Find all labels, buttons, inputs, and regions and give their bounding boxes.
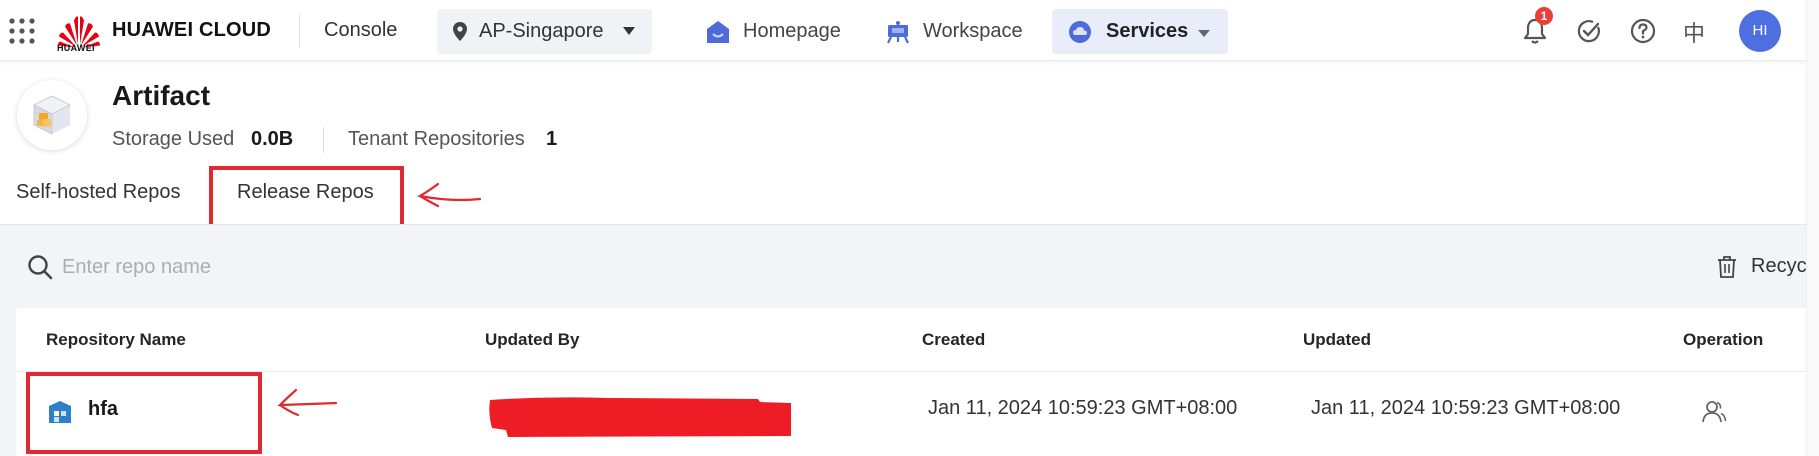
- chevron-down-icon: [623, 27, 635, 35]
- region-label: AP-Singapore: [479, 20, 604, 42]
- vertical-scrollbar[interactable]: [1806, 0, 1819, 456]
- tab-self-hosted-repos[interactable]: Self-hosted Repos: [16, 181, 181, 204]
- nav-homepage[interactable]: Homepage: [706, 9, 856, 54]
- workspace-icon: [887, 21, 909, 44]
- grid-menu-icon[interactable]: [8, 17, 36, 45]
- storage-used-value: 0.0B: [251, 128, 294, 150]
- logo-subtext: HUAWEI: [57, 43, 95, 53]
- check-circle-icon[interactable]: [1575, 17, 1603, 45]
- divider: [323, 127, 324, 153]
- annotation-arrow: [277, 388, 338, 417]
- recycle-bin-label: Recyc: [1751, 255, 1806, 277]
- top-navigation-bar: HUAWEI HUAWEI CLOUD Console AP-Singapore…: [0, 0, 1819, 61]
- artifact-box-icon: [32, 95, 72, 135]
- column-header-repository-name: Repository Name: [46, 330, 186, 349]
- column-header-updated: Updated: [1303, 330, 1371, 349]
- repo-table: [16, 308, 1806, 456]
- location-pin-icon: [453, 22, 467, 41]
- console-link[interactable]: Console: [324, 19, 397, 42]
- language-switch[interactable]: 中: [1683, 16, 1705, 48]
- annotation-arrow: [416, 182, 482, 208]
- notification-badge: 1: [1535, 7, 1553, 25]
- column-header-operation: Operation: [1683, 330, 1764, 349]
- divider: [299, 14, 300, 48]
- storage-used-label: Storage Used: [112, 128, 235, 150]
- annotation-box-release-tab: [209, 166, 404, 228]
- services-cloud-icon: [1069, 21, 1091, 43]
- search-icon: [28, 255, 53, 280]
- column-header-updated-by: Updated By: [485, 330, 580, 349]
- recycle-bin-button[interactable]: Recyc: [1716, 252, 1806, 282]
- nav-workspace-label: Workspace: [923, 20, 1023, 42]
- annotation-box-repo: [26, 372, 262, 454]
- page-title: Artifact: [112, 80, 211, 111]
- region-selector[interactable]: AP-Singapore: [437, 9, 652, 54]
- column-header-created: Created: [922, 330, 986, 349]
- redacted-updated-by: [489, 397, 791, 437]
- tenant-repos-value: 1: [546, 128, 558, 150]
- chevron-down-icon: [1198, 30, 1210, 37]
- divider: [16, 371, 1806, 372]
- artifact-logo: [17, 80, 87, 150]
- nav-services-label: Services: [1106, 20, 1189, 42]
- tenant-repos-label: Tenant Repositories: [348, 128, 525, 150]
- nav-homepage-label: Homepage: [743, 20, 841, 42]
- updated-date: Jan 11, 2024 10:59:23 GMT+08:00: [1311, 397, 1621, 419]
- nav-workspace[interactable]: Workspace: [886, 9, 1036, 54]
- avatar[interactable]: HI: [1739, 10, 1781, 52]
- help-icon[interactable]: [1629, 17, 1657, 45]
- member-icon[interactable]: [1701, 399, 1727, 425]
- created-date: Jan 11, 2024 10:59:23 GMT+08:00: [928, 397, 1238, 419]
- trash-icon: [1718, 256, 1736, 278]
- home-icon: [707, 21, 729, 43]
- nav-services[interactable]: Services: [1052, 9, 1228, 54]
- search-input[interactable]: [62, 250, 762, 284]
- brand-name[interactable]: HUAWEI CLOUD: [112, 19, 271, 42]
